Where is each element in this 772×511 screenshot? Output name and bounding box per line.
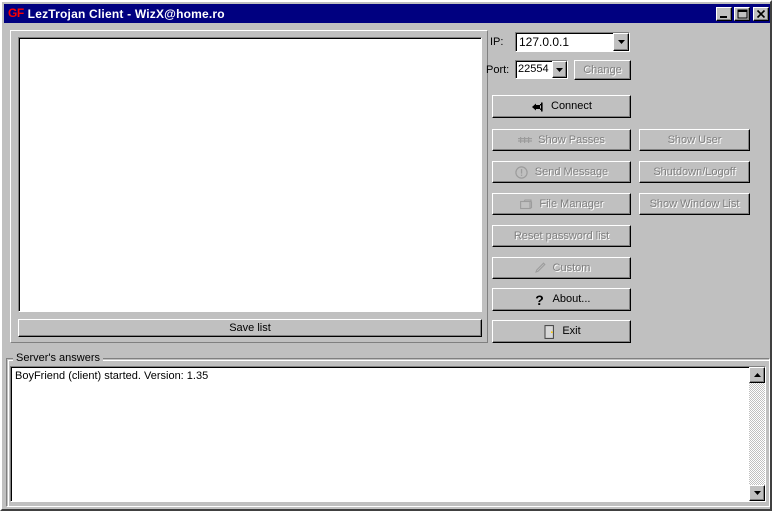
- pencil-icon: [533, 261, 547, 275]
- custom-button[interactable]: Custom: [492, 257, 631, 279]
- connect-label: Connect: [551, 100, 592, 113]
- change-label: Change: [583, 64, 622, 77]
- log-scrollbar[interactable]: [749, 367, 765, 501]
- scroll-down-icon: [754, 491, 761, 495]
- key-icon: [518, 133, 532, 147]
- shutdown-logoff-button[interactable]: Shutdown/Logoff: [639, 161, 750, 183]
- file-manager-label: File Manager: [539, 198, 603, 211]
- reset-password-list-label: Reset password list: [514, 230, 609, 243]
- door-icon: [542, 325, 556, 339]
- send-message-button[interactable]: Send Message: [492, 161, 631, 183]
- show-passes-label: Show Passes: [538, 134, 605, 147]
- window-title: LezTrojan Client - WizX@home.ro: [28, 7, 716, 21]
- about-label: About...: [553, 293, 591, 306]
- chevron-down-icon: [618, 40, 625, 44]
- shutdown-logoff-label: Shutdown/Logoff: [653, 166, 735, 179]
- servers-answers-title: Server's answers: [13, 352, 103, 364]
- save-list-button[interactable]: Save list: [18, 319, 482, 337]
- port-combobox[interactable]: 22554: [515, 60, 568, 79]
- close-icon: [754, 8, 768, 20]
- exit-label: Exit: [562, 325, 580, 338]
- title-bar[interactable]: GF LezTrojan Client - WizX@home.ro: [4, 4, 770, 23]
- show-user-button[interactable]: Show User: [639, 129, 750, 151]
- show-window-list-button[interactable]: Show Window List: [639, 193, 750, 215]
- plug-icon: [531, 100, 545, 114]
- scroll-up-icon: [754, 373, 761, 377]
- send-message-label: Send Message: [535, 166, 608, 179]
- application-window: GF LezTrojan Client - WizX@home.ro Save …: [0, 0, 772, 511]
- port-label: Port:: [486, 64, 509, 76]
- close-button[interactable]: [753, 7, 769, 21]
- question-mark-icon: ?: [533, 293, 547, 307]
- minimize-icon: [717, 8, 731, 20]
- ip-value: 127.0.0.1: [516, 34, 613, 50]
- show-passes-button[interactable]: Show Passes: [492, 129, 631, 151]
- file-manager-button[interactable]: File Manager: [492, 193, 631, 215]
- chevron-down-icon: [556, 68, 563, 72]
- scroll-up-button[interactable]: [749, 367, 765, 383]
- port-value: 22554: [516, 62, 552, 77]
- change-button[interactable]: Change: [574, 60, 631, 80]
- servers-answers-group: Server's answers BoyFriend (client) star…: [6, 352, 770, 507]
- ip-label: IP:: [490, 36, 503, 48]
- save-list-label: Save list: [229, 322, 271, 335]
- ip-dropdown-button[interactable]: [613, 33, 629, 51]
- minimize-button[interactable]: [716, 7, 732, 21]
- about-button[interactable]: ? About...: [492, 288, 631, 311]
- servers-answers-log[interactable]: BoyFriend (client) started. Version: 1.3…: [10, 366, 766, 502]
- scroll-down-button[interactable]: [749, 485, 765, 501]
- host-listbox[interactable]: [18, 37, 482, 312]
- host-list-panel: Save list: [10, 30, 488, 343]
- maximize-icon: [735, 8, 749, 20]
- log-text: BoyFriend (client) started. Version: 1.3…: [11, 367, 749, 501]
- exit-button[interactable]: Exit: [492, 320, 631, 343]
- app-logo: GF: [5, 7, 28, 20]
- info-circle-icon: [515, 165, 529, 179]
- reset-password-list-button[interactable]: Reset password list: [492, 225, 631, 247]
- maximize-button[interactable]: [734, 7, 750, 21]
- show-user-label: Show User: [668, 134, 722, 147]
- custom-label: Custom: [553, 262, 591, 275]
- folder-icon: [519, 197, 533, 211]
- ip-combobox[interactable]: 127.0.0.1: [515, 32, 630, 52]
- show-window-list-label: Show Window List: [650, 198, 740, 211]
- connect-button[interactable]: Connect: [492, 95, 631, 118]
- port-dropdown-button[interactable]: [552, 61, 567, 78]
